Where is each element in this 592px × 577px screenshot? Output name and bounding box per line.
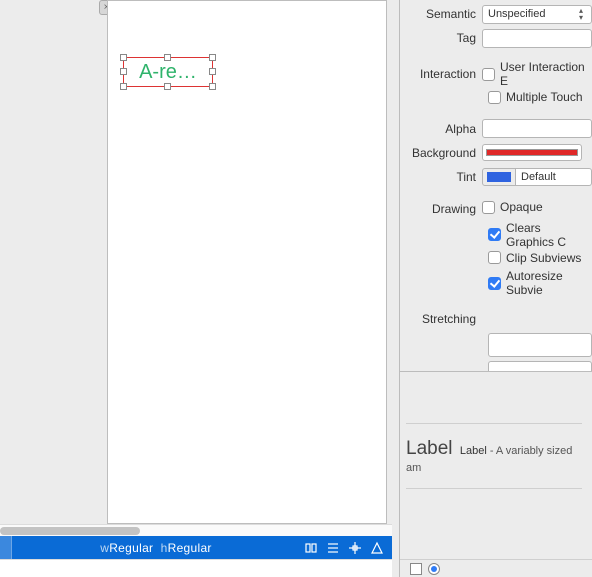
design-canvas[interactable]: A-re… xyxy=(107,0,387,524)
stretching-box-1[interactable] xyxy=(488,333,592,357)
library-subheading: Label xyxy=(460,445,487,457)
selected-uilabel-text: A-re… xyxy=(139,61,197,84)
size-class-display[interactable]: wRegular hRegular xyxy=(12,541,300,555)
canvas-pane: × A-re… xyxy=(0,0,392,536)
inspector-panel: Semantic Unspecified ▴▾ Tag Interaction … xyxy=(399,0,592,577)
background-colorwell[interactable] xyxy=(482,144,582,161)
size-class-bar: wRegular hRegular xyxy=(0,536,392,559)
row-interaction: Interaction User Interaction E xyxy=(400,60,592,88)
autoresize-checkbox[interactable]: Autoresize Subvie xyxy=(488,269,592,297)
grid-view-icon[interactable] xyxy=(410,563,422,575)
row-semantic: Semantic Unspecified ▴▾ xyxy=(400,4,592,24)
resize-handle-tr[interactable] xyxy=(209,54,216,61)
align-edges-icon[interactable] xyxy=(322,536,344,559)
row-alpha: Alpha xyxy=(400,119,592,139)
resize-handle-ml[interactable] xyxy=(120,68,127,75)
selected-uilabel[interactable]: A-re… xyxy=(123,57,213,87)
row-tag: Tag xyxy=(400,28,592,48)
library-footer xyxy=(400,559,592,577)
library-heading: Label xyxy=(406,438,453,460)
chevron-updown-icon: ▴▾ xyxy=(576,7,586,21)
clears-graphics-checkbox[interactable]: Clears Graphics C xyxy=(488,221,592,249)
list-view-radio[interactable] xyxy=(428,563,440,575)
scroll-thumb[interactable] xyxy=(0,527,140,535)
row-background: Background xyxy=(400,143,592,163)
align-stack-icon[interactable] xyxy=(300,536,322,559)
tint-colorwell[interactable] xyxy=(482,168,516,186)
semantic-combo[interactable]: Unspecified ▴▾ xyxy=(482,5,592,24)
resize-handle-tl[interactable] xyxy=(120,54,127,61)
user-interaction-checkbox[interactable]: User Interaction E xyxy=(482,60,592,88)
multiple-touch-checkbox[interactable]: Multiple Touch xyxy=(488,90,583,104)
stretching-box-2[interactable] xyxy=(488,361,592,372)
row-stretching: Stretching xyxy=(400,309,592,329)
below-status-strip xyxy=(0,559,392,577)
tint-combo[interactable]: Default xyxy=(516,168,592,186)
alpha-field[interactable] xyxy=(482,119,592,138)
row-drawing: Drawing Opaque xyxy=(400,199,592,219)
resize-handle-bm[interactable] xyxy=(164,83,171,90)
horizontal-scrollbar[interactable] xyxy=(0,524,392,536)
row-tint: Tint Default xyxy=(400,167,592,187)
clip-subviews-checkbox[interactable]: Clip Subviews xyxy=(488,251,581,265)
resize-handle-tm[interactable] xyxy=(164,54,171,61)
resize-handle-bl[interactable] xyxy=(120,83,127,90)
object-library-preview: Label Label - A variably sized am xyxy=(400,405,592,499)
tag-field[interactable] xyxy=(482,29,592,48)
resize-handle-br[interactable] xyxy=(209,83,216,90)
opaque-checkbox[interactable]: Opaque xyxy=(482,200,543,214)
resolve-issues-icon[interactable] xyxy=(366,536,388,559)
size-class-segment[interactable] xyxy=(0,536,12,559)
pin-constraints-icon[interactable] xyxy=(344,536,366,559)
resize-handle-mr[interactable] xyxy=(209,68,216,75)
